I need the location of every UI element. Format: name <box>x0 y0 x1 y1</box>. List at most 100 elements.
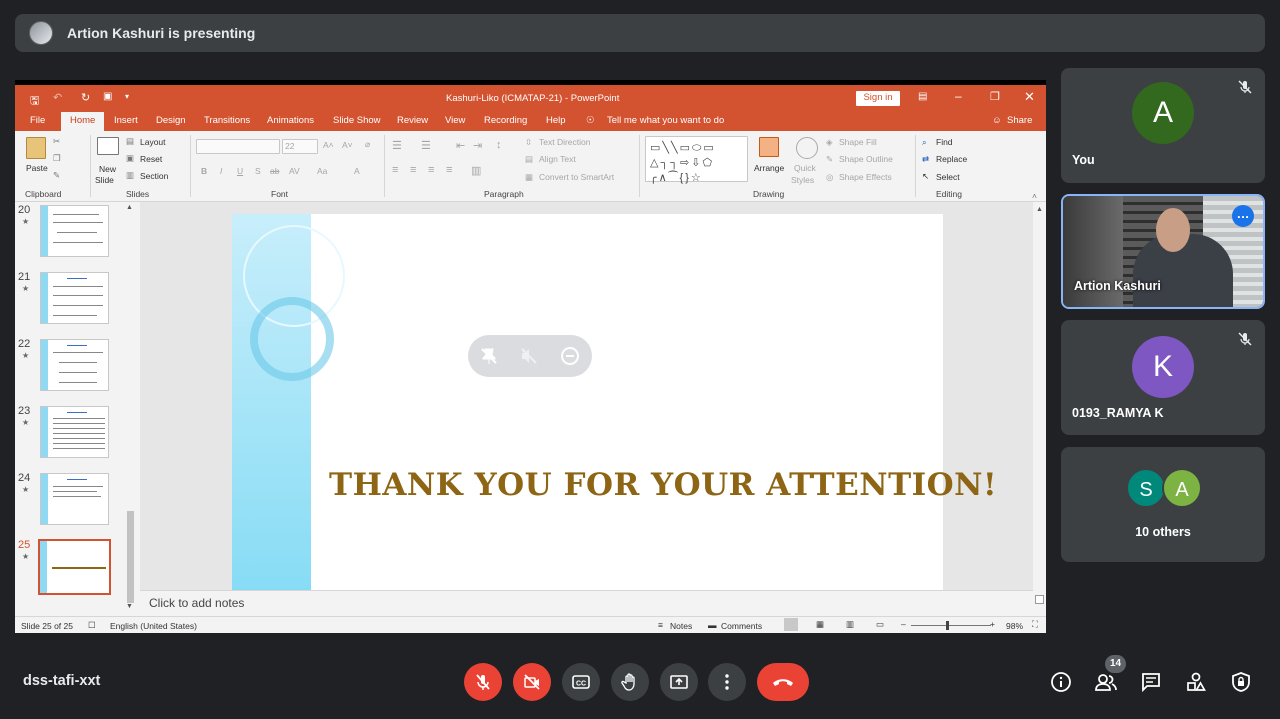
increase-font-icon[interactable]: A˄ <box>323 140 334 150</box>
redo-icon[interactable]: ↻ <box>81 91 90 104</box>
scroll-up-icon[interactable]: ▲ <box>1036 206 1043 213</box>
new-slide-button-line2[interactable]: Slide <box>95 175 114 185</box>
shape-outline-button[interactable]: Shape Outline <box>839 154 893 164</box>
pin-off-icon[interactable] <box>479 346 499 366</box>
slide-scrollbar[interactable]: ▲ ⏫ ⏬ <box>1033 202 1046 628</box>
character-spacing-icon[interactable]: AV <box>289 166 300 176</box>
cut-icon[interactable]: ✂ <box>53 136 60 147</box>
comments-icon[interactable]: ▬ <box>708 620 717 630</box>
reset-button[interactable]: Reset <box>140 154 162 164</box>
align-left-icon[interactable]: ≡ <box>392 164 398 176</box>
find-button[interactable]: Find <box>936 137 953 147</box>
minimize-icon[interactable]: – <box>955 89 962 103</box>
slide-thumbnail[interactable] <box>40 339 109 391</box>
format-painter-icon[interactable]: ✎ <box>53 170 60 181</box>
arrange-button[interactable]: Arrange <box>754 163 784 173</box>
notes-button[interactable]: Notes <box>670 621 692 631</box>
share-icon[interactable]: ☺ <box>992 115 1002 126</box>
new-slide-icon[interactable] <box>97 137 119 155</box>
save-icon[interactable]: 🖫 <box>30 92 39 111</box>
align-center-icon[interactable]: ≡ <box>410 164 416 176</box>
new-slide-button[interactable]: New <box>99 164 116 174</box>
mic-toggle-button[interactable] <box>464 663 502 701</box>
sign-in-button[interactable]: Sign in <box>856 91 900 106</box>
quick-styles-icon[interactable] <box>796 137 818 159</box>
participant-tile-artion[interactable]: … Artion Kashuri <box>1061 194 1265 309</box>
tab-file[interactable]: File <box>30 115 45 126</box>
shape-effects-button[interactable]: Shape Effects <box>839 172 892 182</box>
arrange-icon[interactable] <box>759 137 779 157</box>
meeting-details-button[interactable] <box>1046 667 1076 697</box>
slide-thumbnail[interactable] <box>40 473 109 525</box>
tab-recording[interactable]: Recording <box>484 115 527 126</box>
tab-view[interactable]: View <box>445 115 465 126</box>
collapse-ribbon-icon[interactable]: ˄ <box>1032 191 1037 201</box>
strikethrough-icon[interactable]: ab <box>270 166 279 176</box>
zoom-out-icon[interactable]: – <box>901 619 906 629</box>
shapes-gallery[interactable]: ▭╲╲▭⬭▭ △┐┐⇨⇩⬠ ╭∧⁀{}☆ <box>645 136 748 184</box>
activities-button[interactable] <box>1181 667 1211 697</box>
slide-thumbnail[interactable] <box>40 406 109 458</box>
normal-view-icon[interactable] <box>784 618 798 631</box>
text-direction-button[interactable]: Text Direction <box>539 137 591 147</box>
host-controls-button[interactable] <box>1226 667 1256 697</box>
underline-icon[interactable]: U <box>237 166 243 176</box>
zoom-slider[interactable] <box>911 625 991 626</box>
slide-sorter-icon[interactable]: ▦ <box>816 619 824 630</box>
numbering-icon[interactable]: ☰ <box>421 139 431 152</box>
align-text-button[interactable]: Align Text <box>539 154 576 164</box>
paste-icon[interactable] <box>26 137 46 159</box>
scroll-thumb[interactable] <box>127 511 134 603</box>
tab-insert[interactable]: Insert <box>114 115 138 126</box>
zoom-in-icon[interactable]: + <box>990 619 995 629</box>
slide-thumbnail[interactable] <box>40 272 109 324</box>
notes-pane[interactable]: Click to add notes <box>140 590 1033 614</box>
decrease-font-icon[interactable]: A˅ <box>342 140 353 150</box>
convert-smartart-button[interactable]: Convert to SmartArt <box>539 172 614 182</box>
zoom-level[interactable]: 98% <box>1006 621 1023 631</box>
tab-animations[interactable]: Animations <box>267 115 314 126</box>
italic-icon[interactable]: I <box>220 166 222 176</box>
reading-view-icon[interactable]: ▥ <box>846 619 854 630</box>
slideshow-view-icon[interactable]: ▭ <box>876 619 884 630</box>
captions-button[interactable]: CC <box>562 663 600 701</box>
more-options-icon[interactable]: … <box>1232 205 1254 227</box>
tab-transitions[interactable]: Transitions <box>204 115 250 126</box>
undo-icon[interactable]: ↶ <box>53 91 62 104</box>
line-spacing-icon[interactable]: ↕ <box>496 139 502 151</box>
leave-call-button[interactable] <box>757 663 809 701</box>
slide-thumbnail-current[interactable] <box>38 539 111 595</box>
replace-button[interactable]: Replace <box>936 154 967 164</box>
columns-icon[interactable]: ▥ <box>471 164 481 177</box>
tab-slide-show[interactable]: Slide Show <box>333 115 381 126</box>
shape-fill-button[interactable]: Shape Fill <box>839 137 877 147</box>
layout-button[interactable]: Layout <box>140 137 166 147</box>
align-right-icon[interactable]: ≡ <box>428 164 434 176</box>
tab-design[interactable]: Design <box>156 115 186 126</box>
tab-home[interactable]: Home <box>61 112 105 131</box>
change-case-icon[interactable]: Aa <box>317 166 327 176</box>
language[interactable]: English (United States) <box>110 621 197 631</box>
close-icon[interactable]: ✕ <box>1024 89 1035 105</box>
increase-indent-icon[interactable]: ⇥ <box>473 139 482 152</box>
copy-icon[interactable]: ❐ <box>53 153 61 164</box>
bullets-icon[interactable]: ☰ <box>392 139 402 152</box>
restore-icon[interactable]: ❐ <box>990 90 1000 103</box>
spellcheck-icon[interactable]: ☐ <box>88 620 96 631</box>
customize-toolbar-icon[interactable]: ▾ <box>125 92 129 101</box>
more-options-button[interactable] <box>708 663 746 701</box>
scroll-thumb[interactable] <box>1035 595 1044 604</box>
participant-tile-you[interactable]: A You <box>1061 68 1265 183</box>
raise-hand-button[interactable] <box>611 663 649 701</box>
decrease-indent-icon[interactable]: ⇤ <box>456 139 465 152</box>
notes-icon[interactable]: ≡ <box>658 620 663 630</box>
zoom-slider-thumb[interactable] <box>946 621 949 630</box>
font-name-box[interactable] <box>196 139 280 154</box>
participant-tile-ramya[interactable]: K 0193_RAMYA K <box>1061 320 1265 435</box>
bold-icon[interactable]: B <box>201 166 207 176</box>
clear-formatting-icon[interactable]: ⌀ <box>365 139 370 150</box>
tab-help[interactable]: Help <box>546 115 566 126</box>
minimize-overlay-icon[interactable] <box>560 346 580 366</box>
current-slide[interactable]: THANK YOU FOR YOUR ATTENTION! <box>232 214 997 590</box>
share-button[interactable]: Share <box>1007 115 1032 126</box>
